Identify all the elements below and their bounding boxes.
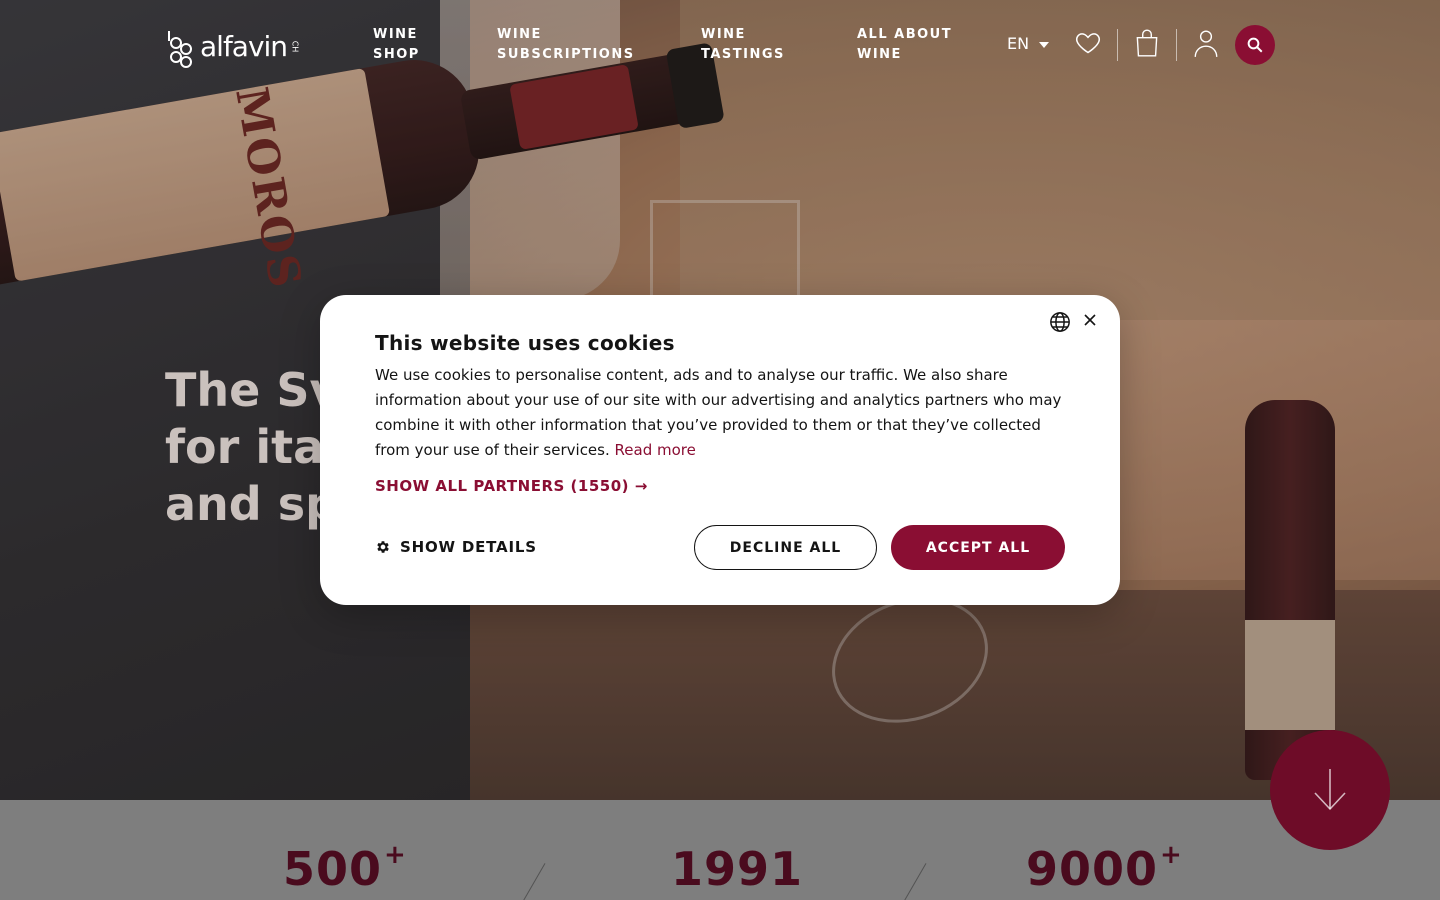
language-selector[interactable]: EN	[1007, 34, 1050, 53]
nav-wine-subscriptions[interactable]: WINE SUBSCRIPTIONS	[497, 25, 667, 65]
stat-customers: 9000+	[1026, 840, 1183, 896]
heart-icon[interactable]	[1074, 28, 1104, 60]
header-divider	[1176, 29, 1177, 61]
user-icon[interactable]	[1193, 28, 1223, 60]
stat-wines: 500+	[283, 840, 407, 896]
nav-all-about-wine[interactable]: ALL ABOUT WINE	[857, 25, 967, 65]
cookie-consent-dialog: This website uses cookies We use cookies…	[320, 295, 1120, 605]
search-icon	[1247, 37, 1263, 53]
nav-wine-tastings[interactable]: WINE TASTINGS	[701, 25, 811, 65]
hero-title: The Sv for ital and sp	[165, 363, 340, 531]
logo-text: alfavin	[200, 29, 288, 63]
nav-wine-shop[interactable]: WINE SHOP	[373, 25, 463, 65]
show-partners-link[interactable]: SHOW ALL PARTNERS (1550) →	[375, 477, 648, 495]
cookie-body: We use cookies to personalise content, a…	[375, 366, 1062, 459]
header-divider	[1117, 29, 1118, 61]
shopping-bag-icon[interactable]	[1134, 28, 1164, 60]
search-button[interactable]	[1235, 25, 1275, 65]
language-label: EN	[1007, 34, 1030, 53]
accept-all-button[interactable]: ACCEPT ALL	[891, 525, 1065, 570]
gear-icon	[377, 541, 389, 553]
globe-icon[interactable]	[1049, 311, 1071, 333]
decline-all-button[interactable]: DECLINE ALL	[694, 525, 877, 570]
stat-founded: 1991	[671, 842, 804, 896]
arrow-down-icon	[1314, 769, 1346, 811]
close-icon[interactable]	[1081, 311, 1099, 329]
show-details-toggle[interactable]: SHOW DETAILS	[375, 538, 537, 556]
logo-country: CH	[290, 40, 300, 52]
site-header: alfavin CH WINE SHOP WINE SUBSCRIPTIONS …	[0, 0, 1440, 90]
cookie-title: This website uses cookies	[375, 331, 675, 355]
read-more-link[interactable]: Read more	[615, 441, 696, 459]
chevron-down-icon	[1039, 41, 1050, 48]
grape-icon	[168, 23, 198, 69]
scroll-down-button[interactable]	[1270, 730, 1390, 850]
show-details-label: SHOW DETAILS	[400, 538, 537, 556]
alfavin-logo[interactable]: alfavin CH	[168, 22, 301, 70]
